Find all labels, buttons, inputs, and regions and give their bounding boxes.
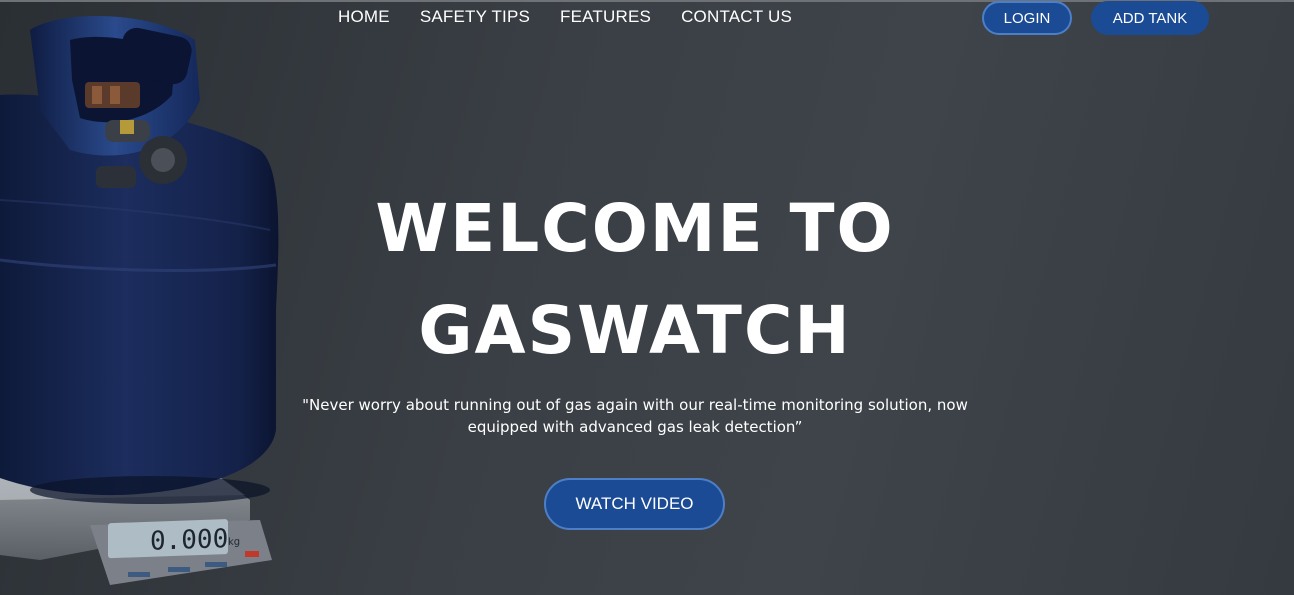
gas-tank-on-scale-illustration: 0.000 kg [0,16,279,585]
nav-features-link[interactable]: FEATURES [560,7,651,27]
hero-title-line1: WELCOME TO [375,190,895,267]
main-nav: HOME SAFETY TIPS FEATURES CONTACT US [338,7,792,27]
hero-subtitle-line1: "Never worry about running out of gas ag… [302,396,968,414]
nav-safety-tips-link[interactable]: SAFETY TIPS [420,7,530,27]
hero-subtitle: "Never worry about running out of gas ag… [285,394,985,438]
nav-home-link[interactable]: HOME [338,7,390,27]
hero-title-line2: GASWATCH [418,292,852,369]
add-tank-button[interactable]: ADD TANK [1091,1,1209,35]
watch-video-button[interactable]: WATCH VIDEO [544,478,725,530]
scale-readout: 0.000 [150,524,228,557]
svg-text:kg: kg [228,537,240,548]
nav-contact-us-link[interactable]: CONTACT US [681,7,792,27]
hero-subtitle-line2: equipped with advanced gas leak detectio… [467,418,803,436]
hero-title: WELCOME TO GASWATCH [300,178,970,382]
login-button[interactable]: LOGIN [982,1,1072,35]
